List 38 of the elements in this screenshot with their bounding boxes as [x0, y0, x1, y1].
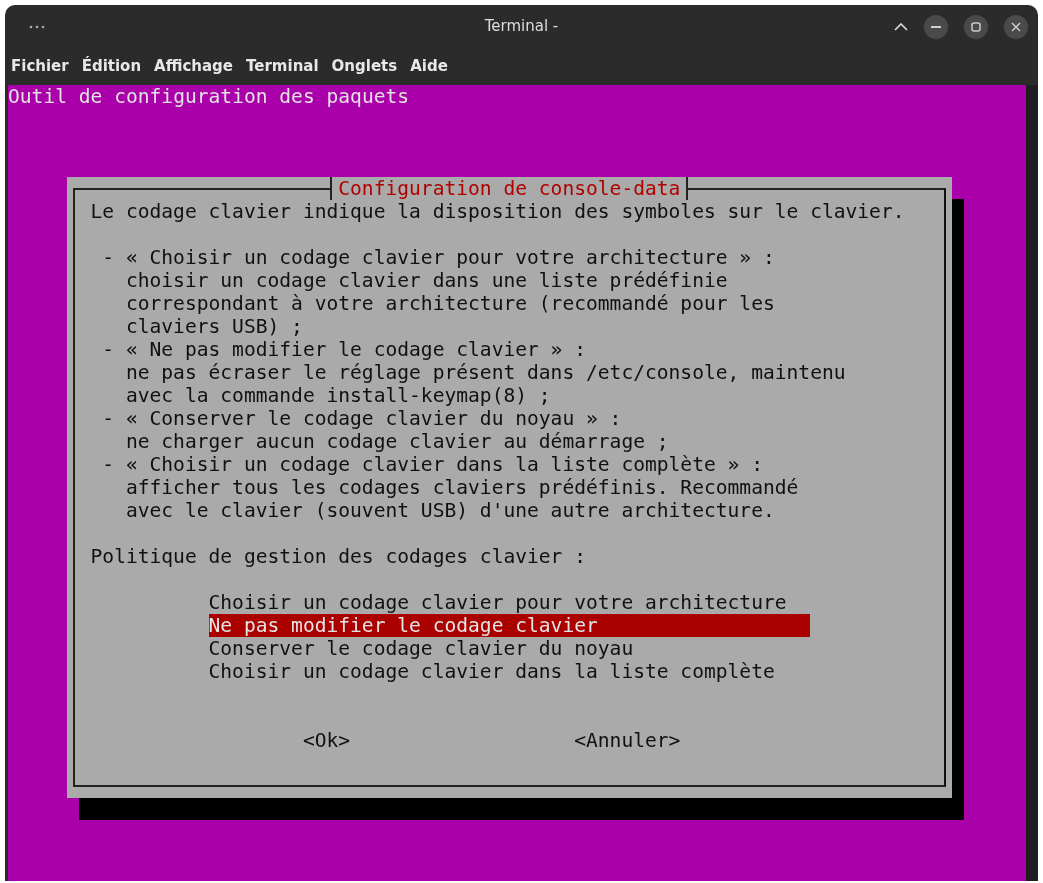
minimize-button[interactable]	[924, 14, 948, 39]
list-option[interactable]: Ne pas modifier le codage clavier	[208, 614, 811, 637]
description-line: avec la commande install-keymap(8) ;	[125, 384, 551, 407]
close-icon	[1011, 21, 1021, 32]
backtitle: Outil de configuration des paquets	[8, 85, 410, 108]
chevron-up-icon[interactable]	[894, 22, 908, 31]
description-line: avec le clavier (souvent USB) d'une autre architecture.	[125, 499, 775, 522]
description-line: correspondant à votre architecture (recommandé pour les	[125, 292, 775, 315]
window-title: Terminal -	[484, 17, 559, 36]
maximize-button[interactable]	[964, 14, 988, 39]
description-line: - « Conserver le codage clavier du noyau » :	[102, 407, 622, 430]
description-line: - « Choisir un codage clavier pour votre architecture » :	[102, 246, 775, 269]
square-icon	[971, 21, 981, 32]
description-line: - « Choisir un codage clavier dans la liste complète » :	[102, 453, 763, 476]
description-line: ne pas écraser le réglage présent dans /etc/console, maintenu	[125, 361, 846, 384]
menu-item[interactable]: Édition	[81, 55, 142, 78]
menu-item[interactable]: Fichier	[11, 55, 69, 78]
more-icon[interactable]	[29, 24, 45, 29]
close-button[interactable]	[1004, 14, 1028, 39]
menu-item[interactable]: Onglets	[331, 55, 398, 78]
list-option[interactable]: Conserver le codage clavier du noyau	[208, 637, 811, 660]
description-line: Politique de gestion des codages clavier :	[90, 545, 586, 568]
description-line: Le codage clavier indique la disposition des symboles sur le clavier.	[90, 200, 905, 223]
scrollbar[interactable]	[1026, 85, 1038, 881]
description-line: ne charger aucun codage clavier au démarrage ;	[125, 430, 669, 453]
description-line: claviers USB) ;	[125, 315, 303, 338]
list-option[interactable]: Choisir un codage clavier pour votre architecture	[208, 591, 811, 614]
menu-item[interactable]: Aide	[410, 55, 448, 78]
description-line: choisir un codage clavier dans une liste prédéfinie	[125, 269, 728, 292]
menu-item[interactable]: Affichage	[154, 55, 234, 78]
dialog-button[interactable]: <Ok>	[302, 729, 351, 752]
description-line: - « Ne pas modifier le codage clavier » :	[102, 338, 586, 361]
minus-icon	[931, 25, 941, 28]
list-option[interactable]: Choisir un codage clavier dans la liste complète	[208, 660, 811, 683]
description-line: afficher tous les codages claviers prédéfinis. Recommandé	[125, 476, 799, 499]
dialog-title: Configuration de console-data	[330, 177, 689, 200]
dialog-button[interactable]: <Annuler>	[574, 729, 681, 752]
menu-item[interactable]: Terminal	[246, 55, 319, 78]
